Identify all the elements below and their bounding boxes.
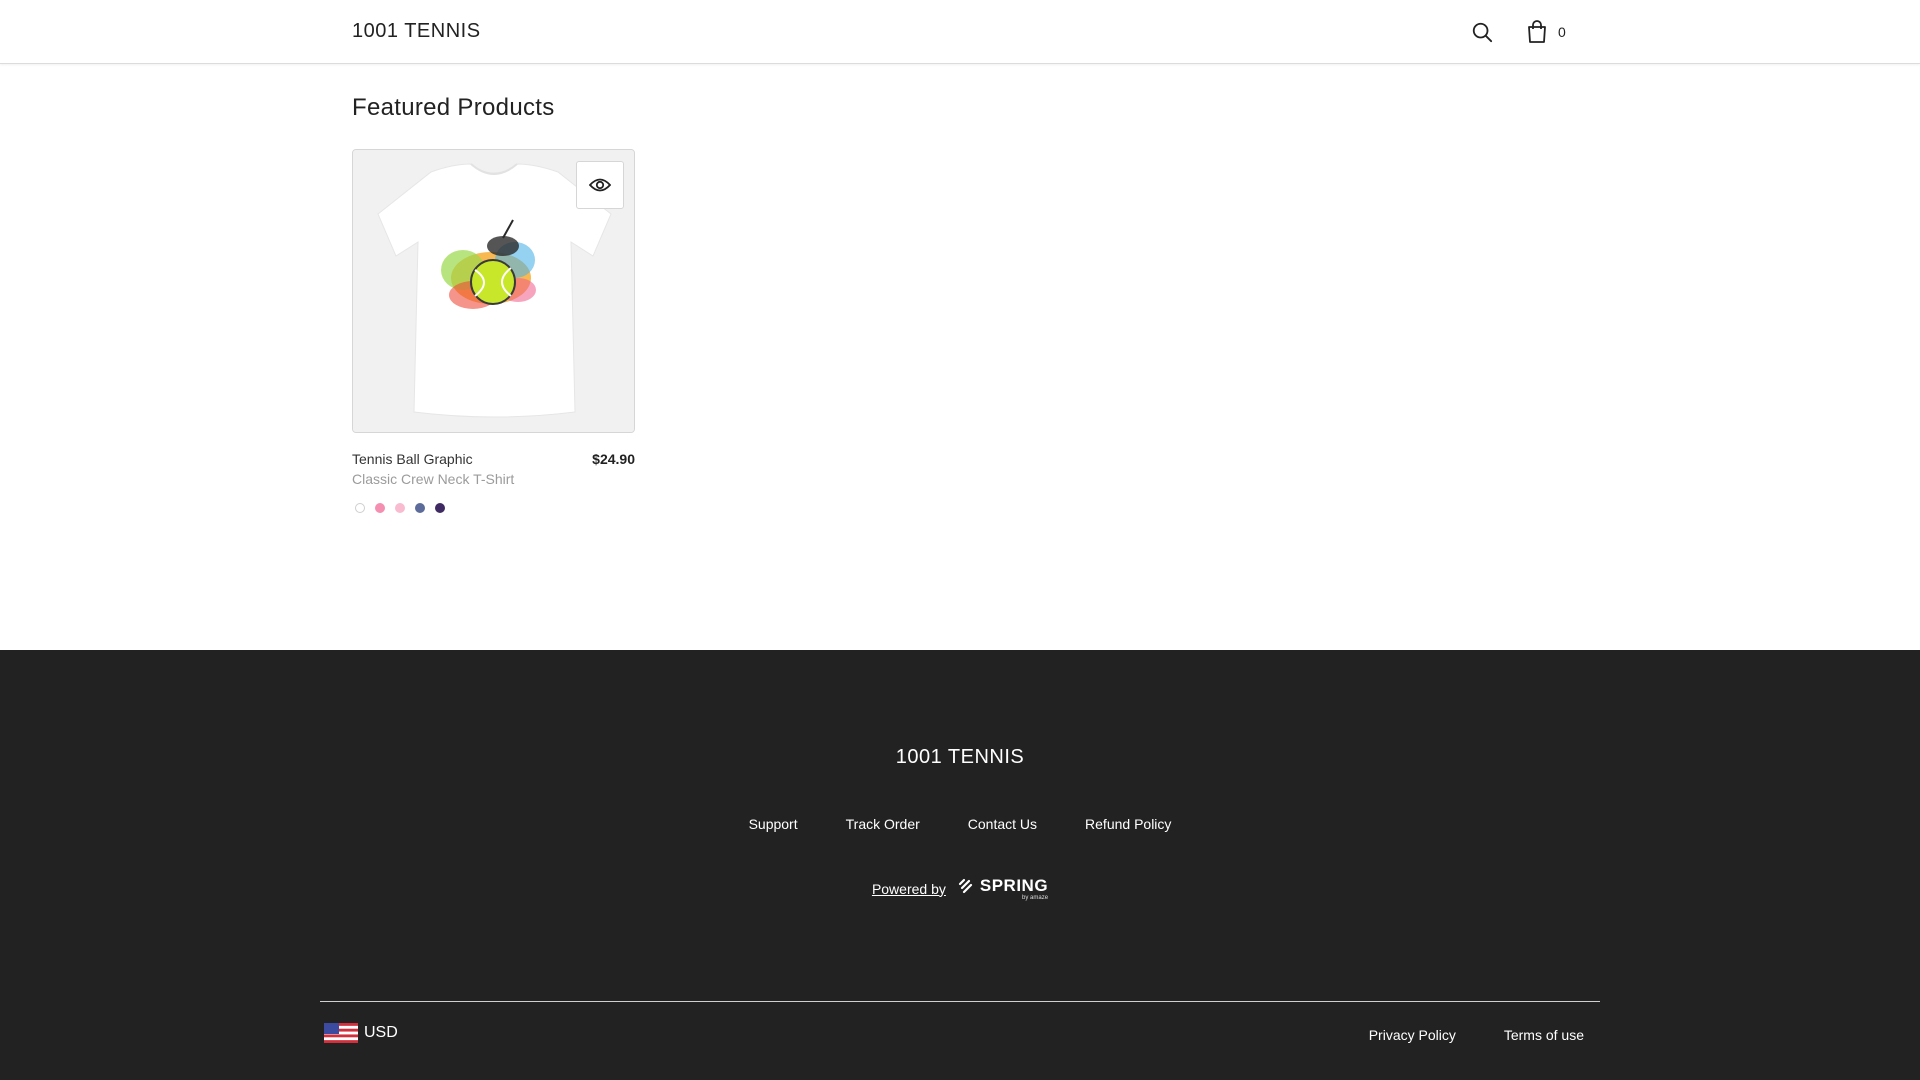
footer-link-refund-policy[interactable]: Refund Policy xyxy=(1085,816,1171,832)
footer-link-track-order[interactable]: Track Order xyxy=(846,816,920,832)
footer-link-support[interactable]: Support xyxy=(749,816,798,832)
powered-by: Powered by SPRING by amaze xyxy=(0,876,1920,901)
product-card[interactable]: Tennis Ball Graphic Classic Crew Neck T-… xyxy=(352,149,635,513)
spring-logo[interactable]: SPRING by amaze xyxy=(958,876,1048,901)
product-subtitle: Classic Crew Neck T-Shirt xyxy=(352,471,515,487)
cart-count: 0 xyxy=(1558,24,1566,40)
store-brand[interactable]: 1001 TENNIS xyxy=(352,20,481,43)
footer-brand: 1001 TENNIS xyxy=(895,746,1025,768)
legal-links: Privacy Policy Terms of use xyxy=(1369,1027,1584,1043)
footer-nav: Support Track Order Contact Us Refund Po… xyxy=(0,816,1920,832)
site-header: 1001 TENNIS 0 xyxy=(0,0,1920,64)
color-swatch[interactable] xyxy=(435,503,445,513)
privacy-policy-link[interactable]: Privacy Policy xyxy=(1369,1027,1456,1043)
search-icon xyxy=(1472,22,1493,43)
spring-byline: by amaze xyxy=(1022,895,1049,901)
color-swatches xyxy=(352,503,635,513)
product-name[interactable]: Tennis Ball Graphic xyxy=(352,451,473,467)
quickview-button[interactable] xyxy=(576,161,624,209)
powered-by-link[interactable]: Powered by xyxy=(872,881,946,897)
product-image[interactable] xyxy=(352,149,635,433)
eye-icon xyxy=(589,178,611,192)
currency-selector[interactable]: USD xyxy=(324,1021,398,1045)
color-swatch[interactable] xyxy=(415,503,425,513)
footer-divider xyxy=(320,1001,1600,1002)
footer-link-contact-us[interactable]: Contact Us xyxy=(968,816,1037,832)
us-flag-icon xyxy=(324,1023,358,1043)
spring-logo-icon xyxy=(958,878,972,894)
color-swatch[interactable] xyxy=(395,503,405,513)
color-swatch[interactable] xyxy=(355,503,365,513)
product-price: $24.90 xyxy=(592,451,635,467)
color-swatch[interactable] xyxy=(375,503,385,513)
section-title: Featured Products xyxy=(352,94,555,121)
currency-label: USD xyxy=(364,1024,398,1041)
search-button[interactable] xyxy=(1468,18,1496,46)
terms-of-use-link[interactable]: Terms of use xyxy=(1504,1027,1584,1043)
shopping-bag-icon xyxy=(1528,20,1546,43)
cart-button[interactable]: 0 xyxy=(1526,18,1566,46)
site-footer: 1001 TENNIS Support Track Order Contact … xyxy=(0,650,1920,1080)
spring-wordmark: SPRING xyxy=(979,876,1049,895)
product-info: Tennis Ball Graphic Classic Crew Neck T-… xyxy=(352,451,635,491)
